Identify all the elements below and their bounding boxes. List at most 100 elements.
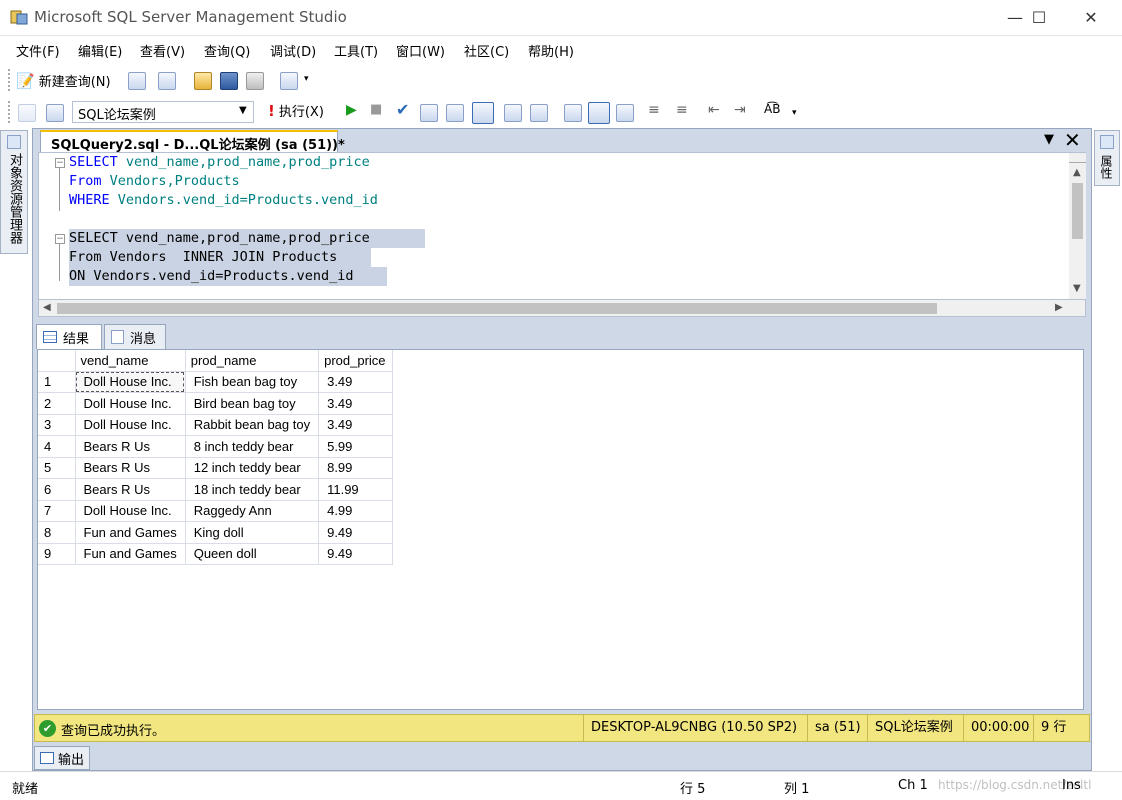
row-number[interactable]: 5 xyxy=(38,457,76,479)
row-number[interactable]: 3 xyxy=(38,414,76,436)
collapse-icon[interactable]: − xyxy=(55,234,65,244)
tab-messages[interactable]: 消息 xyxy=(104,324,166,349)
cell-prod-name[interactable]: 18 inch teddy bear xyxy=(185,478,320,501)
tab-results[interactable]: 结果 xyxy=(36,324,102,349)
cell-vend-name[interactable]: Doll House Inc. xyxy=(75,392,186,415)
cell-prod-price[interactable]: 3.49 xyxy=(318,392,394,415)
menu-query[interactable]: 查询(Q) xyxy=(204,41,250,60)
editor-horizontal-scrollbar[interactable]: ◀ ▶ xyxy=(38,300,1086,317)
toolbar-grip[interactable] xyxy=(8,69,12,91)
column-header-prod-name[interactable]: prod_name xyxy=(185,350,320,372)
scroll-up-icon[interactable]: ▲ xyxy=(1073,167,1081,178)
cell-prod-name[interactable]: King doll xyxy=(185,521,320,544)
menu-community[interactable]: 社区(C) xyxy=(464,41,509,60)
column-header-prod-price[interactable]: prod_price xyxy=(318,350,394,372)
new-document-icon[interactable] xyxy=(128,72,146,90)
editor-vertical-scrollbar[interactable]: ▲ ▼ xyxy=(1069,153,1086,299)
cell-vend-name[interactable]: Bears R Us xyxy=(75,435,186,458)
cancel-query-icon[interactable]: ■ xyxy=(370,102,382,117)
increase-indent-icon[interactable]: ⇥ xyxy=(734,102,746,118)
cell-prod-name[interactable]: Raggedy Ann xyxy=(185,500,320,522)
cell-vend-name[interactable]: Doll House Inc. xyxy=(75,371,186,393)
properties-dock-tab[interactable]: 属性 xyxy=(1094,130,1120,186)
cell-prod-price[interactable]: 4.99 xyxy=(318,500,394,522)
cell-vend-name[interactable]: Bears R Us xyxy=(75,478,186,501)
cell-prod-price[interactable]: 8.99 xyxy=(318,457,394,479)
new-file-icon[interactable] xyxy=(158,72,176,90)
row-number[interactable]: 7 xyxy=(38,500,76,522)
specify-values-icon[interactable]: A͡B xyxy=(764,102,780,116)
cell-prod-price[interactable]: 3.49 xyxy=(318,414,394,436)
print-icon[interactable] xyxy=(246,72,264,90)
change-connection-icon[interactable] xyxy=(46,104,64,122)
menu-edit[interactable]: 编辑(E) xyxy=(78,41,122,60)
display-plan-icon[interactable] xyxy=(420,104,438,122)
results-to-grid-icon[interactable] xyxy=(472,102,494,124)
menu-file[interactable]: 文件(F) xyxy=(16,41,60,60)
output-window-tab[interactable]: 输出 xyxy=(34,746,90,770)
close-document-icon[interactable]: ✕ xyxy=(1064,128,1081,152)
new-query-button[interactable]: 📝 新建查询(N) xyxy=(16,71,111,91)
parse-checkmark-icon[interactable]: ✔ xyxy=(396,100,409,119)
cell-prod-name[interactable]: 12 inch teddy bear xyxy=(185,457,320,479)
uncomment-lines-icon[interactable]: ≡ xyxy=(676,102,688,118)
cell-vend-name[interactable]: Doll House Inc. xyxy=(75,500,186,522)
cell-vend-name[interactable]: Fun and Games xyxy=(75,521,186,544)
row-number[interactable]: 1 xyxy=(38,371,76,393)
sql-code-editor[interactable]: − − SELECT vend_name,prod_name,prod_pric… xyxy=(38,152,1086,300)
menu-tools[interactable]: 工具(T) xyxy=(334,41,378,60)
client-stats-icon[interactable] xyxy=(530,104,548,122)
column-header-vend-name[interactable]: vend_name xyxy=(75,350,186,372)
database-select[interactable]: SQL论坛案例 ▼ xyxy=(72,101,254,123)
comment-lines-icon[interactable]: ≡ xyxy=(648,102,660,118)
row-number[interactable]: 9 xyxy=(38,543,76,565)
results-to-grid-active-icon[interactable] xyxy=(588,102,610,124)
query-designer-icon[interactable] xyxy=(446,104,464,122)
decrease-indent-icon[interactable]: ⇤ xyxy=(708,102,720,118)
row-number[interactable]: 4 xyxy=(38,435,76,458)
menu-window[interactable]: 窗口(W) xyxy=(396,41,445,60)
row-number[interactable]: 6 xyxy=(38,478,76,501)
horizontal-scroll-thumb[interactable] xyxy=(57,303,937,314)
scroll-right-icon[interactable]: ▶ xyxy=(1055,302,1063,313)
execute-button[interactable]: ! 执行(X) xyxy=(268,101,324,121)
cell-vend-name[interactable]: Doll House Inc. xyxy=(75,414,186,436)
results-to-file-icon[interactable] xyxy=(616,104,634,122)
toolbar-overflow-icon[interactable]: ▾ xyxy=(304,74,309,84)
document-list-dropdown-icon[interactable]: ▼ xyxy=(1044,132,1054,147)
save-icon[interactable] xyxy=(220,72,238,90)
cell-prod-name[interactable]: Rabbit bean bag toy xyxy=(185,414,320,436)
close-window-button[interactable]: ✕ xyxy=(1068,0,1114,34)
row-number[interactable]: 2 xyxy=(38,392,76,415)
cell-prod-name[interactable]: Bird bean bag toy xyxy=(185,392,320,415)
cell-prod-name[interactable]: Queen doll xyxy=(185,543,320,565)
debug-play-icon[interactable]: ▶ xyxy=(346,102,357,118)
menu-help[interactable]: 帮助(H) xyxy=(528,41,574,60)
menu-debug[interactable]: 调试(D) xyxy=(270,41,316,60)
splitter-handle[interactable] xyxy=(1069,153,1086,163)
cell-prod-name[interactable]: Fish bean bag toy xyxy=(185,371,320,393)
maximize-button[interactable]: ☐ xyxy=(1016,0,1062,34)
include-plan-icon[interactable] xyxy=(504,104,522,122)
results-grid[interactable]: vend_name prod_name prod_price 1 Doll Ho… xyxy=(37,349,1084,710)
toolbar-grip[interactable] xyxy=(8,101,12,123)
activity-monitor-icon[interactable] xyxy=(280,72,298,90)
scroll-left-icon[interactable]: ◀ xyxy=(43,302,51,313)
open-folder-icon[interactable] xyxy=(194,72,212,90)
cell-vend-name[interactable]: Fun and Games xyxy=(75,543,186,565)
cell-vend-name[interactable]: Bears R Us xyxy=(75,457,186,479)
toolbar-overflow-icon[interactable]: ▾ xyxy=(792,108,797,118)
row-header-corner[interactable] xyxy=(38,350,76,372)
results-to-text-icon[interactable] xyxy=(564,104,582,122)
cell-prod-price[interactable]: 3.49 xyxy=(318,371,394,393)
collapse-icon[interactable]: − xyxy=(55,158,65,168)
menu-view[interactable]: 查看(V) xyxy=(140,41,185,60)
cell-prod-price[interactable]: 5.99 xyxy=(318,435,394,458)
scroll-down-icon[interactable]: ▼ xyxy=(1073,283,1081,294)
cell-prod-price[interactable]: 11.99 xyxy=(318,478,394,501)
object-explorer-dock-tab[interactable]: 对象资源管理器 xyxy=(0,130,28,254)
cell-prod-name[interactable]: 8 inch teddy bear xyxy=(185,435,320,458)
row-number[interactable]: 8 xyxy=(38,521,76,544)
query-document-tab[interactable]: SQLQuery2.sql - D...QL论坛案例 (sa (51))* xyxy=(40,130,345,153)
vertical-scroll-thumb[interactable] xyxy=(1072,183,1083,239)
